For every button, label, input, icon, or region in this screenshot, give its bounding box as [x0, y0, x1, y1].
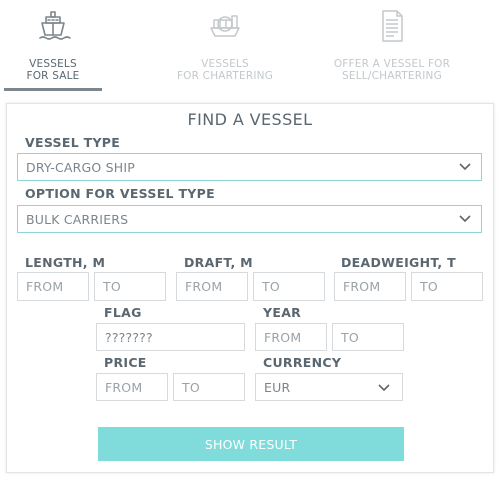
tab-label-line1: OFFER A VESSEL FOR [333, 58, 451, 70]
chevron-down-icon [459, 215, 471, 223]
tab-offer-vessel[interactable]: OFFER A VESSEL FOR SELL/CHARTERING [330, 0, 454, 92]
chevron-down-icon [459, 163, 471, 171]
tab-label-line2: SELL/CHARTERING [342, 70, 442, 82]
vessel-type-select[interactable]: DRY-CARGO SHIP [17, 153, 482, 181]
length-from-input[interactable]: FROM [17, 272, 89, 301]
vessel-option-value: BULK CARRIERS [26, 211, 129, 227]
tab-label-line1: VESSELS [201, 58, 249, 70]
cargo-ship-icon [210, 15, 240, 37]
chevron-down-icon [378, 384, 390, 392]
show-result-button[interactable]: SHOW RESULT [98, 427, 404, 461]
currency-select[interactable]: EUR [255, 373, 403, 401]
tab-label-line2: FOR SALE [26, 70, 80, 82]
tab-vessels-for-sale[interactable]: VESSELS FOR SALE [4, 0, 102, 92]
year-label: YEAR [263, 305, 302, 320]
currency-label: CURRENCY [263, 355, 342, 370]
currency-value: EUR [264, 379, 291, 395]
price-label: PRICE [104, 355, 147, 370]
form-title: FIND A VESSEL [187, 110, 313, 129]
vessel-type-label: VESSEL TYPE [25, 135, 121, 150]
year-from-input[interactable]: FROM [255, 323, 327, 351]
draft-label: DRAFT, M [184, 255, 253, 270]
deadweight-label: DEADWEIGHT, T [341, 255, 456, 270]
vessel-type-value: DRY-CARGO SHIP [26, 159, 135, 175]
vessel-option-label: OPTION FOR VESSEL TYPE [25, 186, 215, 201]
flag-input[interactable]: ??????? [96, 323, 245, 351]
ship-icon [39, 11, 71, 40]
year-to-input[interactable]: TO [332, 323, 404, 351]
tab-label-line1: VESSELS [29, 58, 77, 70]
price-to-input[interactable]: TO [173, 373, 245, 401]
tab-label-line2: FOR CHARTERING [176, 70, 274, 82]
price-from-input[interactable]: FROM [96, 373, 168, 401]
flag-label: FLAG [104, 305, 142, 320]
length-label: LENGTH, M [25, 255, 106, 270]
vessel-tabs: VESSELS FOR SALE VESSELS FOR CHARTERING [0, 0, 500, 92]
vessel-option-select[interactable]: BULK CARRIERS [17, 205, 482, 233]
deadweight-from-input[interactable]: FROM [334, 272, 406, 301]
draft-to-input[interactable]: TO [253, 272, 325, 301]
length-to-input[interactable]: TO [94, 272, 166, 301]
draft-from-input[interactable]: FROM [176, 272, 248, 301]
active-tab-indicator [4, 88, 102, 91]
deadweight-to-input[interactable]: TO [411, 272, 483, 301]
tab-vessels-for-chartering[interactable]: VESSELS FOR CHARTERING [170, 0, 280, 92]
document-icon [382, 10, 403, 42]
